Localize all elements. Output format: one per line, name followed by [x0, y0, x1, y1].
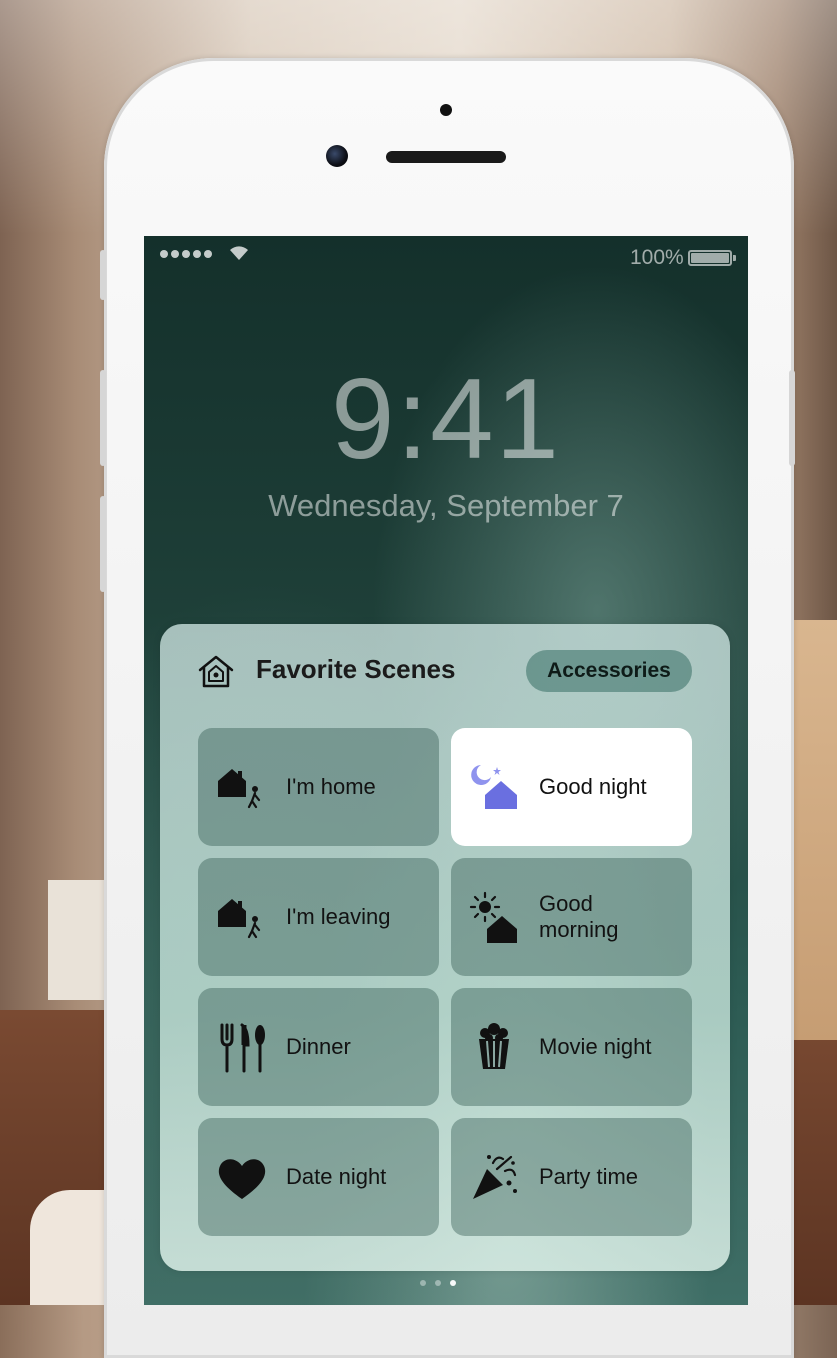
scene-tile-im-leaving[interactable]: I'm leaving [198, 858, 439, 976]
rug-background [30, 1190, 110, 1305]
scene-label: Party time [539, 1164, 639, 1189]
scene-tile-good-morning[interactable]: Good morning [451, 858, 692, 976]
battery-percentage: 100% [630, 246, 684, 269]
scene-label: Dinner [286, 1034, 351, 1059]
wifi-icon [230, 246, 248, 260]
moon-house-icon [467, 759, 523, 815]
scene-tile-date-night[interactable]: Date night [198, 1118, 439, 1236]
front-camera [326, 145, 348, 167]
home-app-icon [198, 655, 234, 688]
scene-grid: I'm home Good night I'm leaving Good mor… [198, 728, 692, 1236]
party-popper-icon [467, 1149, 523, 1205]
page-dot-current [450, 1280, 456, 1286]
scene-tile-party-time[interactable]: Party time [451, 1118, 692, 1236]
power-button [789, 370, 795, 466]
scene-label: I'm leaving [286, 904, 391, 929]
scene-tile-good-night[interactable]: Good night [451, 728, 692, 846]
widget-header: Favorite Scenes Accessories [160, 624, 730, 724]
lock-screen-time: 9:41 [331, 356, 561, 483]
battery-icon [688, 250, 736, 266]
widget-title: Favorite Scenes [256, 654, 456, 684]
page-dot [420, 1280, 426, 1286]
shelf-background [48, 880, 108, 1000]
earpiece-speaker [386, 151, 506, 163]
scene-tile-movie-night[interactable]: Movie night [451, 988, 692, 1106]
signal-strength-icon [160, 250, 212, 258]
page-dot [435, 1280, 441, 1286]
scene-tile-dinner[interactable]: Dinner [198, 988, 439, 1106]
lock-screen-date: Wednesday, September 7 [268, 488, 624, 523]
accessories-button[interactable]: Accessories [526, 650, 692, 692]
scene-label: Good night [539, 774, 647, 799]
proximity-sensor [440, 104, 452, 116]
scene-label: Date night [286, 1164, 387, 1189]
page-indicator[interactable] [420, 1280, 456, 1286]
lock-screen: 100% 9:41 Wednesday, September 7 Favorit… [144, 236, 748, 1305]
mute-switch [100, 250, 106, 300]
volume-up-button [100, 370, 106, 466]
house-person-icon [214, 759, 270, 815]
status-bar: 100% [144, 236, 748, 278]
scene-label: Movie night [539, 1034, 652, 1059]
house-person-leaving-icon [214, 889, 270, 945]
scene-tile-im-home[interactable]: I'm home [198, 728, 439, 846]
volume-down-button [100, 496, 106, 592]
sun-house-icon [467, 889, 523, 945]
fork-knife-icon [214, 1019, 270, 1075]
scene-label: Good morning [539, 891, 619, 942]
popcorn-icon [467, 1019, 523, 1075]
favorite-scenes-widget: Favorite Scenes Accessories I'm home Goo… [160, 624, 730, 1271]
heart-icon [214, 1149, 270, 1205]
scene-label: I'm home [286, 774, 376, 799]
